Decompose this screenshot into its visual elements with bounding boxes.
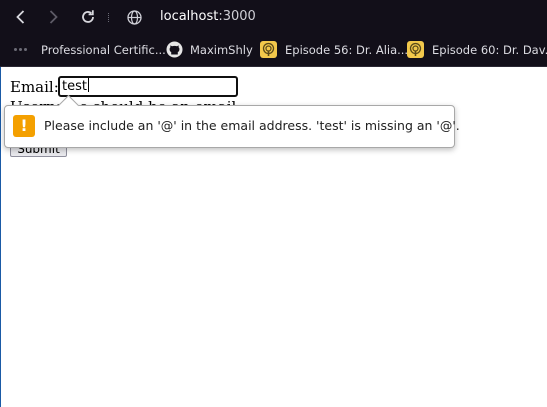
bookmark-label: Professional Certific... [41,43,166,57]
dots-icon [14,48,32,51]
url-port: :3000 [218,9,256,24]
bookmark-label: MaximShly [190,43,253,57]
back-arrow-icon[interactable] [11,7,31,27]
warning-icon: ! [13,115,35,137]
browser-toolbar: localhost:3000 [0,0,547,34]
bookmark-label: Episode 60: Dr. Dav... [432,43,547,57]
address-bar[interactable]: localhost:3000 [160,8,256,26]
validation-message: Please include an '@' in the email addre… [44,118,460,133]
url-host: localhost [160,9,219,24]
reload-icon[interactable] [78,7,98,27]
bookmark-label: Episode 56: Dr. Alia... [285,43,409,57]
bookmarks-bar: Professional Certific... MaximShly Episo… [0,34,547,67]
github-icon [166,41,183,58]
podcast-icon [407,41,424,58]
window-edge [0,67,1,407]
toolbar-separator [108,13,110,22]
forward-arrow-icon[interactable] [43,7,63,27]
globe-icon[interactable] [126,9,143,26]
validation-tooltip: ! Please include an '@' in the email add… [4,94,460,148]
podcast-icon [260,41,277,58]
